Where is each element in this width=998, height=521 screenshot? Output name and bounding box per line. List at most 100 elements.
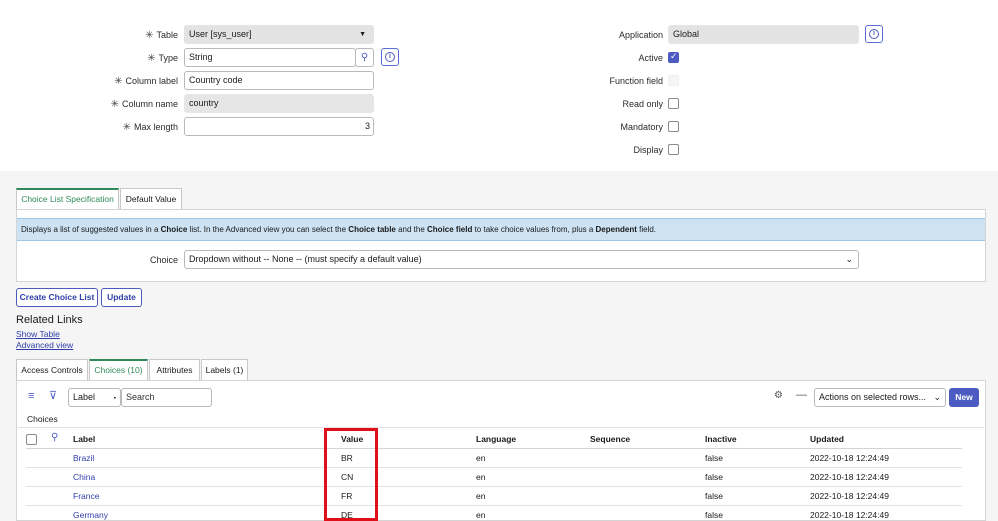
display-checkbox[interactable]	[668, 144, 679, 155]
active-label: Active	[638, 53, 663, 63]
info-icon: i	[385, 52, 395, 62]
search-input[interactable]: Search	[121, 388, 212, 407]
tab-labels[interactable]: Labels (1)	[201, 359, 248, 380]
max-length-value: 3	[364, 121, 370, 131]
caret-down-icon: ▼	[359, 31, 366, 38]
row-language: en	[476, 491, 486, 501]
required-icon: ✳	[147, 53, 156, 64]
row-inactive: false	[705, 472, 723, 482]
info-text: Displays a list of suggested values in a	[21, 225, 161, 234]
required-icon: ✳	[114, 76, 123, 87]
application-info-button[interactable]: i	[865, 25, 883, 43]
info-icon: i	[869, 29, 879, 39]
gear-icon[interactable]: ⚙	[774, 390, 783, 401]
row-inactive: false	[705, 453, 723, 463]
column-header-language[interactable]: Language	[476, 434, 516, 444]
choice-select[interactable]: Dropdown without -- None -- (must specif…	[184, 250, 859, 269]
highlight-box	[324, 428, 378, 521]
table-row: France FR en false 2022-10-18 12:24:49	[26, 487, 962, 506]
show-table-link[interactable]: Show Table	[16, 329, 60, 339]
search-field-value: Label	[73, 392, 96, 402]
application-field: Global	[668, 25, 859, 44]
column-header-label[interactable]: Label	[73, 434, 95, 444]
new-button[interactable]: New	[949, 388, 979, 407]
type-input[interactable]: String	[184, 48, 356, 67]
update-button[interactable]: Update	[101, 288, 142, 307]
select-all-checkbox[interactable]	[26, 434, 37, 445]
search-placeholder: Search	[126, 392, 155, 402]
row-language: en	[476, 472, 486, 482]
tab-default-value[interactable]: Default Value	[120, 188, 182, 209]
table-row: Brazil BR en false 2022-10-18 12:24:49	[26, 449, 962, 468]
row-language: en	[476, 510, 486, 520]
actions-select[interactable]: Actions on selected rows... ⌄	[814, 388, 946, 407]
caret-icon: ⬝	[113, 393, 116, 402]
application-label: Application	[618, 30, 663, 40]
list-menu-icon[interactable]: ≡	[28, 390, 34, 402]
required-icon: ✳	[110, 99, 119, 110]
collapse-icon[interactable]: —	[796, 389, 807, 401]
check-icon: ✓	[670, 51, 678, 61]
info-text: and the	[395, 225, 428, 234]
row-inactive: false	[705, 491, 723, 501]
application-value: Global	[673, 29, 700, 39]
active-checkbox[interactable]: ✓	[668, 51, 679, 63]
max-length-label-text: Max length	[133, 122, 178, 132]
type-info-button[interactable]: i	[381, 48, 399, 66]
display-label: Display	[633, 145, 663, 155]
column-header-updated[interactable]: Updated	[810, 434, 844, 444]
column-label-input[interactable]: Country code	[184, 71, 374, 90]
column-name-field: country	[184, 94, 374, 113]
table-label-text: Table	[156, 30, 178, 40]
row-label-link[interactable]: Brazil	[73, 449, 94, 467]
mandatory-checkbox[interactable]	[668, 121, 679, 132]
related-links-title: Related Links	[16, 314, 83, 326]
row-updated: 2022-10-18 12:24:49	[810, 472, 889, 482]
required-icon: ✳	[122, 122, 131, 133]
column-label-value: Country code	[189, 75, 243, 85]
read-only-label: Read only	[622, 99, 663, 109]
function-field-label: Function field	[609, 76, 663, 86]
tab-choice-list-specification[interactable]: Choice List Specification	[16, 188, 119, 209]
tab-attributes[interactable]: Attributes	[149, 359, 200, 380]
create-choice-list-button[interactable]: Create Choice List	[16, 288, 98, 307]
column-label-label: ✳ Column label	[90, 75, 178, 88]
row-language: en	[476, 453, 486, 463]
column-name-value: country	[189, 98, 219, 108]
row-label-link[interactable]: China	[73, 468, 95, 486]
type-lookup-button[interactable]: ⚲	[355, 48, 374, 67]
type-input-value: String	[189, 52, 213, 62]
max-length-label: ✳ Max length	[90, 121, 178, 134]
chevron-down-icon: ⌄	[933, 392, 941, 402]
required-icon: ✳	[145, 30, 154, 41]
info-bold: Choice field	[427, 225, 473, 234]
row-label-link[interactable]: France	[73, 487, 99, 505]
search-field-select[interactable]: Label ⬝	[68, 388, 121, 407]
tab-choices[interactable]: Choices (10)	[89, 359, 148, 380]
choice-select-value: Dropdown without -- None -- (must specif…	[189, 254, 422, 264]
type-label-text: Type	[158, 53, 178, 63]
filter-icon[interactable]: ⊽	[49, 389, 57, 402]
function-field-checkbox	[668, 75, 679, 86]
read-only-checkbox[interactable]	[668, 98, 679, 109]
column-header-inactive[interactable]: Inactive	[705, 434, 737, 444]
advanced-view-link[interactable]: Advanced view	[16, 340, 73, 350]
row-updated: 2022-10-18 12:24:49	[810, 510, 889, 520]
column-name-label-text: Column name	[121, 99, 178, 109]
info-message: Displays a list of suggested values in a…	[17, 218, 985, 241]
divider	[18, 427, 984, 428]
table-row: China CN en false 2022-10-18 12:24:49	[26, 468, 962, 487]
search-icon: ⚲	[360, 52, 369, 63]
row-label-link[interactable]: Germany	[73, 506, 108, 521]
tab-access-controls[interactable]: Access Controls	[16, 359, 88, 380]
search-icon[interactable]: ⚲	[51, 432, 58, 443]
max-length-input[interactable]: 3	[184, 117, 374, 136]
info-text: list. In the Advanced view you can selec…	[187, 225, 349, 234]
info-bold: Choice	[160, 225, 188, 234]
row-updated: 2022-10-18 12:24:49	[810, 491, 889, 501]
table-select[interactable]: User [sys_user] ▼	[184, 25, 374, 44]
mandatory-label: Mandatory	[620, 122, 663, 132]
type-label: ✳ Type	[100, 52, 178, 65]
chevron-down-icon: ⌄	[845, 254, 853, 264]
column-header-sequence[interactable]: Sequence	[590, 434, 630, 444]
